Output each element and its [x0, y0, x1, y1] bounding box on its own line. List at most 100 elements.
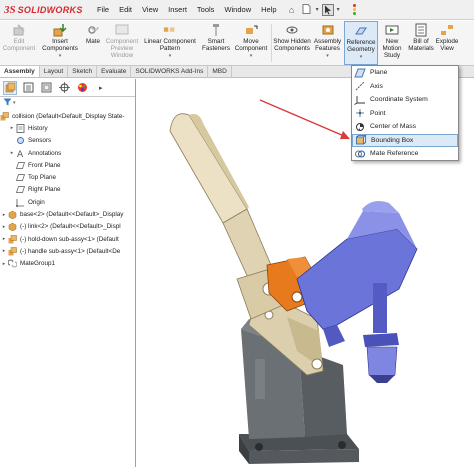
- select-dropdown-icon[interactable]: ▾: [337, 6, 340, 13]
- chevron-down-icon[interactable]: ▾: [169, 53, 172, 60]
- tree-expand-icon[interactable]: ▸: [0, 261, 8, 267]
- property-manager-tab-icon[interactable]: [21, 81, 35, 95]
- tree-expand-icon[interactable]: ▸: [0, 236, 8, 242]
- new-dropdown-icon[interactable]: ▾: [316, 6, 319, 13]
- menu-help[interactable]: Help: [256, 5, 281, 14]
- menu-bar: File Edit View Insert Tools Window Help: [92, 5, 282, 14]
- subassembly-icon: [8, 234, 17, 244]
- menu-window[interactable]: Window: [219, 5, 256, 14]
- tree-item-hold-down-sub-assy[interactable]: ▸ (-) hold-down sub-assy<1> (Default: [0, 233, 135, 245]
- tree-item-handle-sub-assy[interactable]: ▸ (-) handle sub-assy<1> (Default<De: [0, 245, 135, 257]
- feature-manager-tab-icon[interactable]: [3, 80, 17, 95]
- move-component-button[interactable]: Move Component ▾: [232, 21, 270, 65]
- menu-view[interactable]: View: [137, 5, 163, 14]
- menu-item-point[interactable]: Point: [352, 107, 458, 121]
- assembly-features-button[interactable]: Assembly Features ▾: [311, 21, 344, 65]
- tree-item-label: (-) hold-down sub-assy<1> (Default: [20, 235, 119, 243]
- tree-item-label: base<2> (Default<<Default>_Display: [20, 211, 124, 219]
- reference-geometry-label: Reference Geometry: [346, 39, 376, 53]
- menu-item-label: Bounding Box: [371, 136, 414, 144]
- tree-item-link[interactable]: ▸ (-) link<2> (Default<<Default>_Displ: [0, 221, 135, 233]
- origin-icon: [16, 198, 25, 207]
- component-preview-button[interactable]: Component Preview Window: [104, 21, 140, 65]
- tree-item-right-plane[interactable]: Right Plane: [0, 184, 135, 196]
- tree-item-front-plane[interactable]: Front Plane: [0, 159, 135, 171]
- chevron-down-icon[interactable]: ▾: [59, 53, 62, 60]
- new-motion-study-button[interactable]: New Motion Study: [378, 21, 406, 65]
- center-of-mass-icon: [354, 122, 366, 132]
- menu-item-coordinate-system[interactable]: Coordinate System: [352, 93, 458, 107]
- coordinate-system-icon: [354, 95, 366, 105]
- menu-tools[interactable]: Tools: [192, 5, 220, 14]
- tree-item-mategroup[interactable]: ▸ MateGroup1: [0, 258, 135, 270]
- tab-mbd[interactable]: MBD: [208, 66, 232, 77]
- configuration-manager-tab-icon[interactable]: [39, 81, 53, 95]
- tree-expand-icon[interactable]: ▸: [8, 150, 16, 156]
- menu-item-center-of-mass[interactable]: Center of Mass: [352, 120, 458, 134]
- annotations-icon: A: [16, 149, 25, 158]
- edit-component-button[interactable]: Edit Component: [0, 21, 38, 65]
- tree-item-annotations[interactable]: ▸ A Annotations: [0, 147, 135, 159]
- pane-tabs-more-icon[interactable]: ▸: [99, 84, 103, 92]
- plane-icon: [354, 68, 366, 78]
- menu-item-label: Mate Reference: [370, 150, 419, 158]
- chevron-down-icon[interactable]: ▾: [250, 53, 253, 60]
- tree-expand-icon[interactable]: ▸: [8, 125, 16, 131]
- title-bar: 3S SOLIDWORKS File Edit View Insert Tool…: [0, 0, 474, 20]
- menu-item-label: Plane: [370, 69, 388, 77]
- tab-layout[interactable]: Layout: [40, 66, 69, 77]
- filter-dropdown-icon[interactable]: ▾: [13, 100, 16, 106]
- reference-geometry-button[interactable]: Reference Geometry ▾: [344, 21, 378, 65]
- menu-item-mate-reference[interactable]: Mate Reference: [352, 147, 458, 161]
- filter-icon[interactable]: [3, 98, 12, 108]
- linear-component-pattern-button[interactable]: Linear Component Pattern ▾: [140, 21, 200, 65]
- bill-of-materials-button[interactable]: Bill of Materials: [406, 21, 436, 65]
- menu-item-axis[interactable]: Axis: [352, 80, 458, 94]
- tree-expand-icon[interactable]: ▸: [0, 212, 8, 218]
- tree-filter[interactable]: ▾: [0, 97, 135, 109]
- pane-tabs: ▸: [0, 79, 135, 97]
- explode-view-button[interactable]: Explode View: [436, 21, 458, 65]
- tree-expand-icon[interactable]: ▸: [0, 248, 8, 254]
- assembly-features-label: Assembly Features: [313, 38, 342, 52]
- menu-insert[interactable]: Insert: [163, 5, 192, 14]
- tree-item-history[interactable]: ▸ History: [0, 122, 135, 134]
- menu-file[interactable]: File: [92, 5, 114, 14]
- select-arrow-icon[interactable]: [321, 3, 334, 16]
- part-icon: [8, 222, 17, 232]
- tree-item-base[interactable]: ▸ base<2> (Default<<Default>_Display: [0, 208, 135, 220]
- tree-root[interactable]: collision (Default<Default_Display State…: [0, 110, 135, 122]
- show-hidden-label: Show Hidden Components: [273, 38, 311, 52]
- tree-expand-icon[interactable]: ▸: [0, 224, 8, 230]
- explode-view-label: Explode View: [435, 38, 459, 52]
- tab-solidworks-add-ins[interactable]: SOLIDWORKS Add-Ins: [131, 66, 209, 77]
- tree-item-label: MateGroup1: [20, 260, 56, 268]
- tab-assembly[interactable]: Assembly: [0, 66, 40, 77]
- insert-components-button[interactable]: Insert Components ▾: [38, 21, 82, 65]
- home-icon[interactable]: ⌂: [286, 4, 298, 16]
- logo-name: SOLIDWORKS: [17, 4, 83, 15]
- dimxpert-tab-icon[interactable]: [57, 81, 71, 95]
- reference-geometry-menu: Plane Axis Coordinate System Point Cente…: [351, 65, 459, 161]
- subassembly-icon: [8, 247, 17, 256]
- traffic-light-icon[interactable]: [349, 3, 361, 16]
- chevron-down-icon[interactable]: ▾: [326, 53, 329, 60]
- solidworks-logo[interactable]: 3S SOLIDWORKS: [0, 4, 92, 16]
- smart-fasteners-button[interactable]: Smart Fasteners: [200, 21, 232, 65]
- chevron-down-icon[interactable]: ▾: [360, 54, 363, 61]
- linear-pattern-icon: [163, 23, 177, 37]
- new-document-icon[interactable]: [301, 3, 313, 16]
- menu-item-plane[interactable]: Plane: [352, 66, 458, 80]
- tree-item-label: History: [28, 124, 48, 132]
- menu-edit[interactable]: Edit: [114, 5, 137, 14]
- tree-item-top-plane[interactable]: Top Plane: [0, 171, 135, 183]
- menu-item-label: Axis: [370, 82, 383, 90]
- display-manager-tab-icon[interactable]: [75, 81, 89, 95]
- show-hidden-components-button[interactable]: Show Hidden Components: [273, 21, 311, 65]
- tree-item-origin[interactable]: Origin: [0, 196, 135, 208]
- mate-button[interactable]: Mate: [82, 21, 104, 65]
- tab-sketch[interactable]: Sketch: [68, 66, 98, 77]
- menu-item-bounding-box[interactable]: Bounding Box: [352, 133, 458, 147]
- tab-evaluate[interactable]: Evaluate: [97, 66, 132, 77]
- tree-item-sensors[interactable]: Sensors: [0, 135, 135, 147]
